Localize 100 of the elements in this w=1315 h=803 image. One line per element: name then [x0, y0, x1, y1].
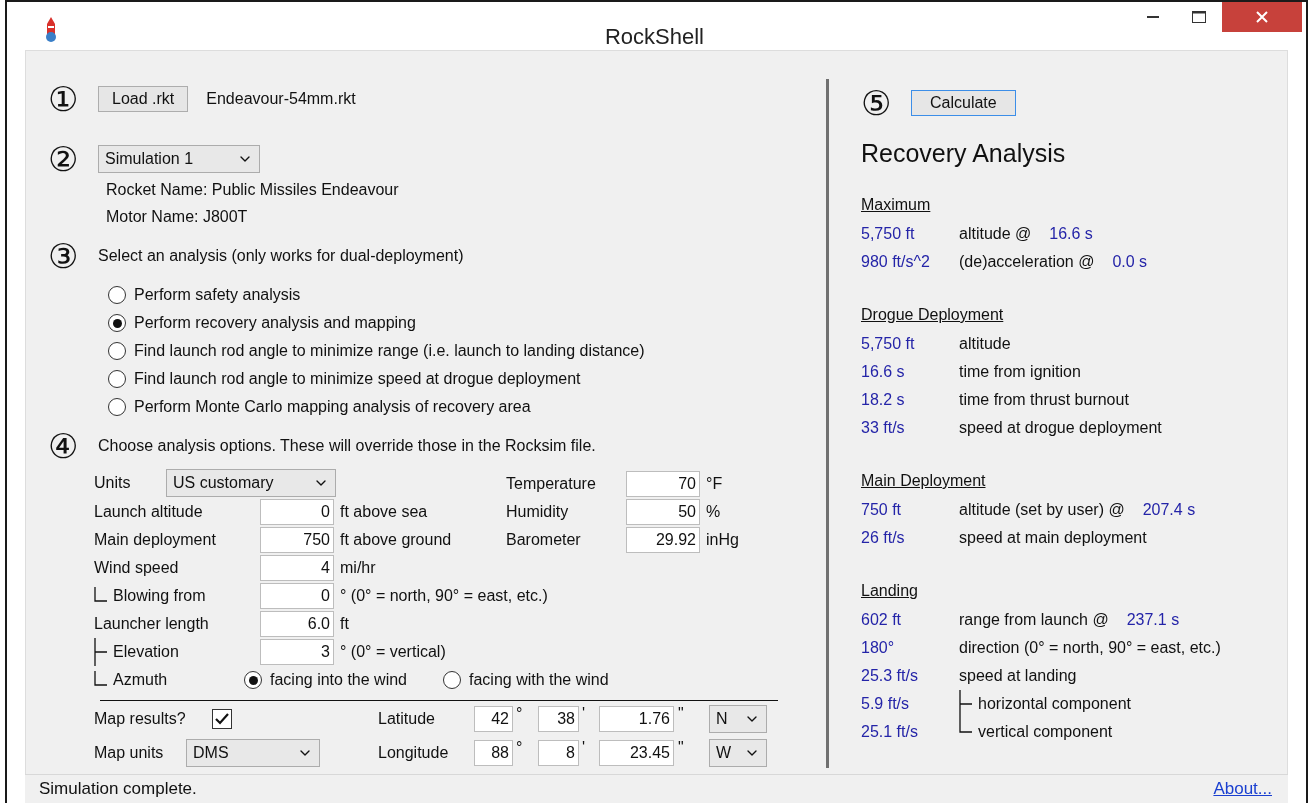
result-value: 33 ft/s [861, 419, 906, 437]
result-time: 0.0 s [1112, 253, 1148, 271]
minimize-icon [1147, 16, 1159, 18]
unit-label: °F [706, 475, 723, 493]
window-title: RockShell [603, 24, 705, 50]
radio-button[interactable] [108, 342, 126, 360]
radio-button[interactable] [108, 286, 126, 304]
input-field[interactable]: 1.76 [599, 706, 674, 732]
radio-button[interactable] [108, 398, 126, 416]
result-label: direction (0° = north, 90° = east, etc.) [959, 639, 1221, 657]
radio-label: Perform recovery analysis and mapping [134, 314, 416, 332]
units-select[interactable]: US customary [166, 469, 336, 497]
result-value: 18.2 s [861, 391, 906, 409]
input-field[interactable]: 23.45 [599, 740, 674, 766]
field-label: Barometer [506, 531, 582, 549]
step-number: ① [48, 81, 80, 117]
result-label: (de)acceleration @ [959, 253, 1095, 271]
result-value: 26 ft/s [861, 529, 906, 547]
close-button[interactable] [1222, 2, 1302, 32]
results-title: Recovery Analysis [861, 139, 1067, 168]
rocket-icon [43, 16, 59, 42]
input-field[interactable]: 0 [260, 499, 334, 525]
map-units-select[interactable]: DMS [186, 739, 320, 767]
field-label: Azmuth [113, 671, 168, 689]
tree-connector [94, 638, 107, 666]
result-label: time from ignition [959, 363, 1081, 381]
input-field[interactable]: 750 [260, 527, 334, 553]
calculate-button[interactable]: Calculate [911, 90, 1016, 116]
input-field[interactable]: 50 [626, 499, 700, 525]
radio-label: facing with the wind [469, 671, 609, 689]
radio-button[interactable] [108, 370, 126, 388]
result-label: time from thrust burnout [959, 391, 1129, 409]
hemisphere-select[interactable]: N [709, 705, 767, 733]
input-field[interactable]: 3 [260, 639, 334, 665]
input-field[interactable]: 38 [538, 706, 579, 732]
input-field[interactable]: 70 [626, 471, 700, 497]
simulation-select[interactable]: Simulation 1 [98, 145, 260, 173]
result-value: 25.1 ft/s [861, 723, 919, 741]
tree-connector [94, 587, 107, 602]
file-name: Endeavour-54mm.rkt [206, 90, 356, 108]
field-label: Longitude [378, 744, 450, 762]
field-label: Launch altitude [94, 503, 203, 521]
input-field[interactable]: 88 [474, 740, 513, 766]
unit-label: mi/hr [340, 559, 376, 577]
minute-mark: ' [581, 739, 587, 757]
input-field[interactable]: 29.92 [626, 527, 700, 553]
field-label: Map units [94, 744, 165, 762]
checkbox[interactable] [212, 709, 232, 729]
result-value: 602 ft [861, 611, 903, 629]
input-field[interactable]: 42 [474, 706, 513, 732]
degree-mark: ° [515, 705, 524, 723]
field-label: Blowing from [113, 587, 206, 605]
result-label: range from launch @ [959, 611, 1109, 629]
result-label: horizontal component [978, 695, 1131, 713]
degree-mark: ° [515, 739, 524, 757]
result-label: altitude (set by user) @ [959, 501, 1125, 519]
result-time: 207.4 s [1142, 501, 1196, 519]
step-number: ② [48, 141, 80, 177]
unit-label: ° (0° = vertical) [340, 643, 446, 661]
field-label: Wind speed [94, 559, 179, 577]
input-field[interactable]: 6.0 [260, 611, 334, 637]
load-button[interactable]: Load .rkt [98, 86, 189, 112]
result-value: 16.6 s [861, 363, 906, 381]
radio-label: Perform safety analysis [134, 286, 301, 304]
section-heading: Landing [861, 582, 918, 600]
radio-button[interactable] [244, 671, 262, 689]
radio-button[interactable] [108, 314, 126, 332]
input-field[interactable]: 8 [538, 740, 579, 766]
section-heading: Main Deployment [861, 472, 986, 490]
rocket-name: Rocket Name: Public Missiles Endeavour [106, 181, 400, 199]
step-number: ③ [48, 238, 80, 274]
radio-button[interactable] [443, 671, 461, 689]
field-label: Latitude [378, 710, 436, 728]
unit-label: ft above sea [340, 503, 428, 521]
result-value: 25.3 ft/s [861, 667, 919, 685]
result-label: altitude [959, 335, 1011, 353]
unit-label: ft [340, 615, 349, 633]
tree-connector [94, 671, 107, 686]
radio-label: facing into the wind [270, 671, 407, 689]
result-label: vertical component [978, 723, 1113, 741]
about-link[interactable]: About... [1213, 779, 1272, 799]
result-value: 750 ft [861, 501, 903, 519]
radio-label: Perform Monte Carlo mapping analysis of recovery area [134, 398, 531, 416]
result-value: 5,750 ft [861, 225, 916, 243]
input-field[interactable]: 4 [260, 555, 334, 581]
field-label: Elevation [113, 643, 179, 661]
field-label: Map results? [94, 710, 187, 728]
close-icon [1256, 11, 1268, 23]
motor-name: Motor Name: J800T [106, 208, 249, 226]
section-heading: Maximum [861, 196, 931, 214]
status-text: Simulation complete. [39, 779, 197, 799]
step-number: ④ [48, 428, 80, 464]
result-label: speed at drogue deployment [959, 419, 1162, 437]
hemisphere-select[interactable]: W [709, 739, 767, 767]
result-value: 980 ft/s^2 [861, 253, 931, 271]
field-label: Humidity [506, 503, 570, 521]
result-value: 180° [861, 639, 896, 657]
field-label: Main deployment [94, 531, 216, 549]
unit-label: % [706, 503, 721, 521]
input-field[interactable]: 0 [260, 583, 334, 609]
